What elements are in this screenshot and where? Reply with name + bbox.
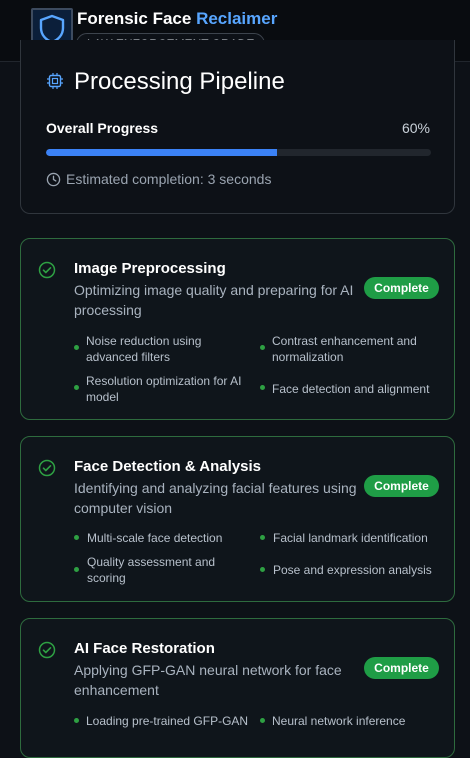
eta-text: Estimated completion: 3 seconds <box>66 171 272 187</box>
step-bullet: Contrast enhancement and normalization <box>272 334 417 364</box>
bullet-dot <box>260 567 265 572</box>
bullet-dot <box>74 535 79 540</box>
check-circle-icon <box>38 641 56 659</box>
overall-progress-fill <box>46 149 277 156</box>
step-bullet: Multi-scale face detection <box>87 531 223 545</box>
step-title: AI Face Restoration <box>74 640 215 657</box>
app-title-main: Forensic Face <box>77 9 192 28</box>
overall-progress-label: Overall Progress <box>46 120 159 136</box>
bullet-dot <box>260 345 265 350</box>
check-circle-icon <box>38 459 56 477</box>
step-description: Optimizing image quality and preparing f… <box>74 282 354 318</box>
step-bullet: Resolution optimization for AI model <box>86 374 242 404</box>
overall-progress-bar <box>46 149 431 156</box>
pipeline-title: Processing Pipeline <box>74 68 285 95</box>
bullet-dot <box>260 385 265 390</box>
status-badge: Complete <box>364 657 439 679</box>
overall-progress-percent: 60% <box>401 120 430 136</box>
bullet-dot <box>260 718 265 723</box>
step-description: Identifying and analyzing facial feature… <box>74 480 357 516</box>
cpu-icon <box>47 73 63 89</box>
step-description: Applying GFP-GAN neural network for face… <box>74 662 342 698</box>
step-bullet: Pose and expression analysis <box>273 563 432 577</box>
step-bullet: Noise reduction using advanced filters <box>86 334 202 364</box>
bullet-dot <box>74 345 79 350</box>
step-bullet: Facial landmark identification <box>273 531 428 545</box>
status-badge: Complete <box>364 277 439 299</box>
app-title: Forensic Face Reclaimer <box>77 9 277 29</box>
clock-icon <box>46 172 61 187</box>
step-bullet: Face detection and alignment <box>272 382 430 396</box>
bullet-dot <box>260 535 265 540</box>
step-card-preprocessing: Image Preprocessing Optimizing image qua… <box>20 238 455 420</box>
step-card-restoration: AI Face Restoration Applying GFP-GAN neu… <box>20 618 455 758</box>
app-title-accent: Reclaimer <box>196 9 278 28</box>
status-badge: Complete <box>364 475 439 497</box>
step-title: Image Preprocessing <box>74 260 226 277</box>
step-card-detection: Face Detection & Analysis Identifying an… <box>20 436 455 602</box>
step-bullet: Loading pre-trained GFP-GAN <box>86 714 249 728</box>
bullet-dot <box>74 718 79 723</box>
step-bullet: Quality assessment and scoring <box>87 555 216 585</box>
step-title: Face Detection & Analysis <box>74 458 262 475</box>
step-bullet: Neural network inference <box>272 714 406 728</box>
check-circle-icon <box>38 261 56 279</box>
pipeline-card: Processing Pipeline Overall Progress 60%… <box>20 40 455 214</box>
bullet-dot <box>74 385 79 390</box>
bullet-dot <box>74 567 79 572</box>
